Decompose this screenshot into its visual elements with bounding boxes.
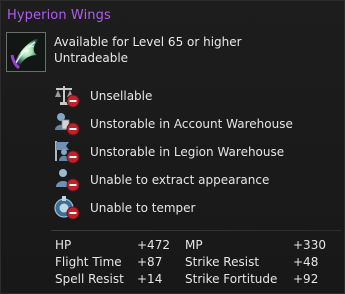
stat-name: Strike Resist [185,255,260,269]
stat-strike-resist: Strike Resist +48 [185,254,318,271]
stat-value: +87 [137,255,163,269]
restriction-label: Unstorable in Account Warehouse [90,117,293,131]
restriction-label: Unsellable [90,89,153,103]
stat-name: MP [185,238,203,252]
restriction-legion-warehouse: Unstorable in Legion Warehouse [53,139,333,165]
wings-item-icon [6,32,46,72]
item-tooltip: Hyperion Wings Available for Level 65 or… [0,0,345,294]
item-info: Available for Level 65 or higher Untrade… [54,34,242,66]
restriction-extract-appearance: Unable to extract appearance [53,167,333,193]
stat-spell-resist: Spell Resist +14 [55,271,162,288]
legion-warehouse-no-icon [55,141,80,164]
trade-status: Untradeable [54,51,129,65]
stat-value: +472 [137,238,170,252]
restriction-label: Unable to temper [90,201,196,215]
restriction-label: Unstorable in Legion Warehouse [90,145,285,159]
stat-value: +92 [293,272,319,286]
stat-value: +330 [293,238,326,252]
stat-hp: HP +472 [55,237,170,254]
stat-flight-time: Flight Time +87 [55,254,162,271]
stat-mp: MP +330 [185,237,326,254]
item-title: Hyperion Wings [7,8,111,23]
account-warehouse-no-icon [55,113,80,136]
scale-no-icon [55,86,80,108]
stats-divider [51,230,341,231]
restriction-account-warehouse: Unstorable in Account Warehouse [53,111,333,137]
restriction-unsellable: Unsellable [53,83,333,109]
extract-appearance-no-icon [56,169,80,192]
restriction-label: Unable to extract appearance [90,173,270,187]
stat-strike-fortitude: Strike Fortitude +92 [185,271,318,288]
level-requirement: Available for Level 65 or higher [54,35,242,49]
stat-name: Flight Time [55,255,122,269]
temper-no-icon [54,196,80,220]
stat-value: +48 [293,255,319,269]
restriction-temper: Unable to temper [53,195,333,221]
stat-value: +14 [137,272,163,286]
stat-name: HP [55,238,72,252]
stat-name: Spell Resist [55,272,124,286]
stat-name: Strike Fortitude [185,272,278,286]
